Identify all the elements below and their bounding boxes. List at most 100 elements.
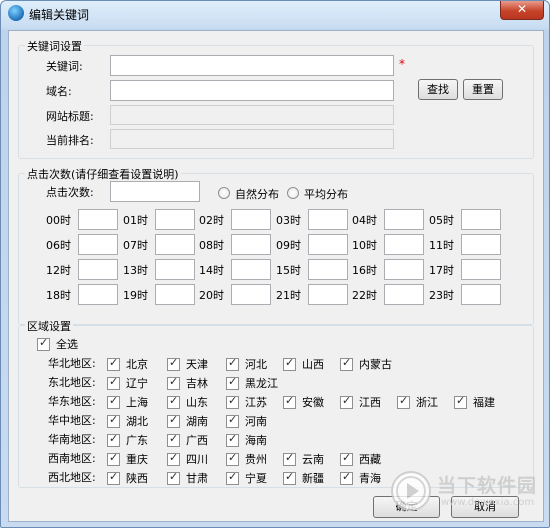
- province-checkbox[interactable]: [167, 356, 180, 371]
- province-checkbox-item[interactable]: 上海: [107, 394, 148, 410]
- hour-input[interactable]: [308, 209, 348, 230]
- province-checkbox-item[interactable]: 新疆: [283, 470, 324, 486]
- province-checkbox-item[interactable]: 天津: [167, 356, 208, 372]
- hour-input[interactable]: [461, 234, 501, 255]
- province-checkbox[interactable]: [107, 432, 120, 447]
- province-checkbox-item[interactable]: 北京: [107, 356, 148, 372]
- province-checkbox[interactable]: [167, 432, 180, 447]
- average-distribution-radio[interactable]: [287, 187, 299, 199]
- province-checkbox[interactable]: [167, 375, 180, 390]
- province-checkbox-item[interactable]: 贵州: [226, 451, 267, 467]
- province-checkbox[interactable]: [340, 356, 353, 371]
- province-checkbox-item[interactable]: 江苏: [226, 394, 267, 410]
- hour-input[interactable]: [384, 259, 424, 280]
- province-checkbox[interactable]: [226, 432, 239, 447]
- province-checkbox[interactable]: [107, 356, 120, 371]
- hour-input[interactable]: [461, 259, 501, 280]
- province-checkbox[interactable]: [397, 394, 410, 409]
- select-all-checkbox[interactable]: [37, 336, 50, 351]
- hour-input[interactable]: [384, 209, 424, 230]
- province-checkbox[interactable]: [226, 375, 239, 390]
- province-checkbox[interactable]: [226, 470, 239, 485]
- province-checkbox-item[interactable]: 江西: [340, 394, 381, 410]
- province-checkbox-item[interactable]: 陕西: [107, 470, 148, 486]
- hour-input[interactable]: [308, 284, 348, 305]
- province-checkbox-item[interactable]: 甘肃: [167, 470, 208, 486]
- province-checkbox[interactable]: [226, 356, 239, 371]
- hour-input[interactable]: [308, 259, 348, 280]
- hour-input[interactable]: [461, 209, 501, 230]
- hour-input[interactable]: [231, 209, 271, 230]
- province-checkbox-item[interactable]: 海南: [226, 432, 267, 448]
- province-checkbox-item[interactable]: 浙江: [397, 394, 438, 410]
- province-checkbox[interactable]: [107, 451, 120, 466]
- province-checkbox-item[interactable]: 宁夏: [226, 470, 267, 486]
- province-checkbox[interactable]: [226, 394, 239, 409]
- province-checkbox-item[interactable]: 青海: [340, 470, 381, 486]
- province-checkbox[interactable]: [283, 394, 296, 409]
- hour-input[interactable]: [231, 234, 271, 255]
- hour-input[interactable]: [155, 284, 195, 305]
- close-button[interactable]: ✕: [500, 1, 544, 20]
- hour-input[interactable]: [461, 284, 501, 305]
- province-checkbox-item[interactable]: 辽宁: [107, 375, 148, 391]
- hour-input[interactable]: [155, 234, 195, 255]
- find-button[interactable]: 查找: [418, 79, 458, 100]
- province-checkbox[interactable]: [167, 470, 180, 485]
- province-checkbox-item[interactable]: 四川: [167, 451, 208, 467]
- hour-input[interactable]: [231, 284, 271, 305]
- province-checkbox[interactable]: [226, 451, 239, 466]
- province-checkbox[interactable]: [283, 470, 296, 485]
- province-checkbox[interactable]: [340, 470, 353, 485]
- province-checkbox-item[interactable]: 广西: [167, 432, 208, 448]
- province-checkbox[interactable]: [454, 394, 467, 409]
- province-checkbox[interactable]: [167, 394, 180, 409]
- province-checkbox-item[interactable]: 山西: [283, 356, 324, 372]
- province-checkbox[interactable]: [283, 451, 296, 466]
- natural-distribution-radio[interactable]: [218, 187, 230, 199]
- province-label: 甘肃: [186, 472, 208, 485]
- hour-input[interactable]: [78, 284, 118, 305]
- province-checkbox[interactable]: [167, 451, 180, 466]
- province-checkbox-item[interactable]: 福建: [454, 394, 495, 410]
- click-count-input[interactable]: [110, 181, 200, 202]
- province-checkbox-item[interactable]: 内蒙古: [340, 356, 392, 372]
- select-all-checkbox-item[interactable]: 全选: [37, 336, 78, 352]
- hour-input[interactable]: [78, 209, 118, 230]
- province-checkbox[interactable]: [340, 394, 353, 409]
- province-checkbox-item[interactable]: 吉林: [167, 375, 208, 391]
- hour-input[interactable]: [384, 234, 424, 255]
- title-bar[interactable]: 编辑关键词 ✕: [1, 1, 549, 27]
- hour-input[interactable]: [78, 234, 118, 255]
- hour-input[interactable]: [78, 259, 118, 280]
- province-label: 湖南: [186, 415, 208, 428]
- hour-input[interactable]: [155, 209, 195, 230]
- province-checkbox[interactable]: [107, 375, 120, 390]
- province-checkbox-item[interactable]: 黑龙江: [226, 375, 278, 391]
- province-checkbox[interactable]: [283, 356, 296, 371]
- province-checkbox-item[interactable]: 云南: [283, 451, 324, 467]
- hour-label: 02时: [199, 213, 224, 227]
- reset-button[interactable]: 重置: [463, 79, 503, 100]
- province-checkbox[interactable]: [107, 470, 120, 485]
- hour-input[interactable]: [384, 284, 424, 305]
- province-checkbox[interactable]: [107, 413, 120, 428]
- province-checkbox-item[interactable]: 湖南: [167, 413, 208, 429]
- domain-input[interactable]: [110, 80, 394, 101]
- province-checkbox[interactable]: [167, 413, 180, 428]
- province-checkbox-item[interactable]: 河南: [226, 413, 267, 429]
- province-checkbox-item[interactable]: 河北: [226, 356, 267, 372]
- hour-input[interactable]: [308, 234, 348, 255]
- province-checkbox-item[interactable]: 山东: [167, 394, 208, 410]
- hour-input[interactable]: [231, 259, 271, 280]
- province-checkbox[interactable]: [107, 394, 120, 409]
- province-checkbox[interactable]: [340, 451, 353, 466]
- province-checkbox-item[interactable]: 广东: [107, 432, 148, 448]
- hour-input[interactable]: [155, 259, 195, 280]
- province-checkbox-item[interactable]: 西藏: [340, 451, 381, 467]
- province-checkbox-item[interactable]: 重庆: [107, 451, 148, 467]
- province-checkbox-item[interactable]: 安徽: [283, 394, 324, 410]
- province-checkbox[interactable]: [226, 413, 239, 428]
- province-checkbox-item[interactable]: 湖北: [107, 413, 148, 429]
- keyword-input[interactable]: [110, 55, 394, 76]
